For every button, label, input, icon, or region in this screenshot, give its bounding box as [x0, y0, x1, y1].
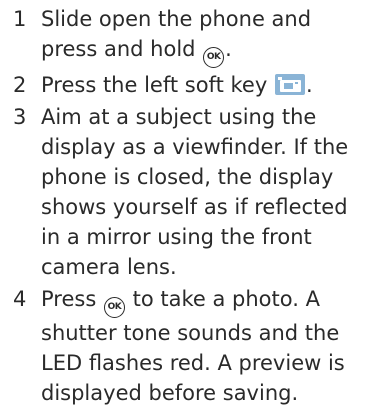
step-text-end: . — [225, 37, 232, 61]
step-text-end: . — [305, 73, 313, 97]
step-number: 3 — [13, 105, 27, 129]
step-number: 4 — [13, 287, 27, 311]
step-number: 2 — [13, 73, 27, 97]
step-text: Press — [41, 287, 103, 311]
step-1: 1 Slide open the phone and press and hol… — [0, 4, 377, 68]
step-text: Slide open the phone and press and hold — [41, 7, 312, 61]
step-4: 4 Press OK to take a photo. A shutter to… — [0, 284, 377, 408]
step-text: Aim at a subject using the display as a … — [41, 105, 349, 279]
ok-key-icon: OK — [103, 297, 125, 318]
step-number: 1 — [13, 7, 27, 31]
instruction-steps: 1 Slide open the phone and press and hol… — [0, 4, 377, 410]
step-text: Press the left soft key — [41, 73, 274, 97]
camera-softkey-icon — [274, 74, 305, 95]
ok-key-icon: OK — [203, 47, 225, 68]
step-2: 2 Press the left soft key . — [0, 70, 377, 100]
step-3: 3 Aim at a subject using the display as … — [0, 102, 377, 282]
